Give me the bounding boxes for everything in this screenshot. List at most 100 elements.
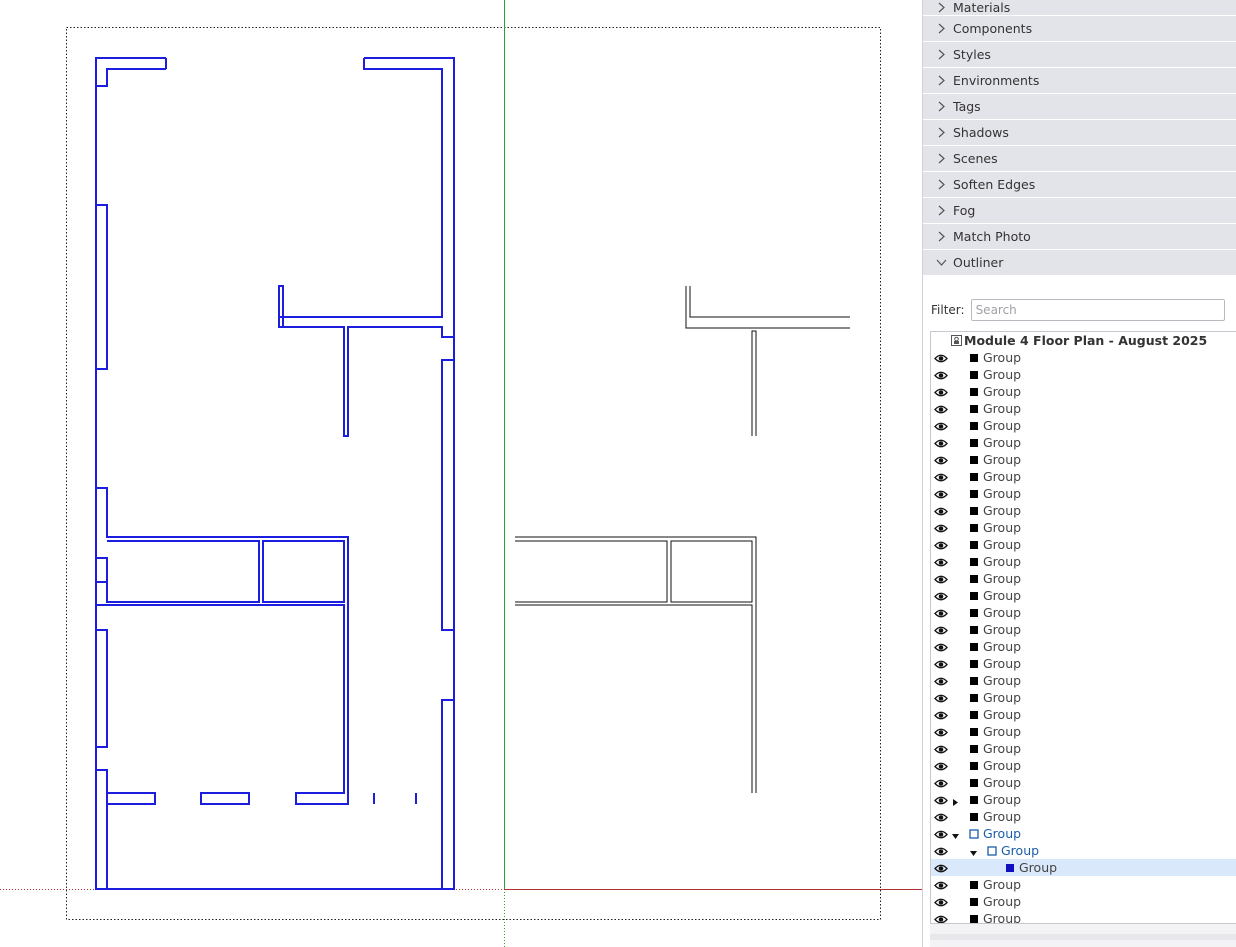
outliner-row[interactable]: Group: [931, 774, 1236, 791]
group-icon: [969, 811, 980, 822]
visibility-eye-icon[interactable]: [934, 879, 948, 890]
outliner-root-row[interactable]: Module 4 Floor Plan - August 2025: [931, 332, 1236, 349]
group-icon: [969, 437, 980, 448]
filter-search-input[interactable]: [970, 299, 1225, 321]
tray-section-fog[interactable]: Fog: [923, 198, 1236, 224]
wall-low-1: [107, 792, 156, 805]
tray-section-scenes[interactable]: Scenes: [923, 146, 1236, 172]
outliner-row[interactable]: Group: [931, 808, 1236, 825]
visibility-eye-icon[interactable]: [934, 794, 948, 805]
visibility-eye-icon[interactable]: [934, 675, 948, 686]
outliner-row[interactable]: Group: [931, 587, 1236, 604]
outliner-row[interactable]: Group: [931, 536, 1236, 553]
visibility-eye-icon[interactable]: [934, 403, 948, 414]
outliner-row[interactable]: Group: [931, 621, 1236, 638]
outliner-row[interactable]: Group: [931, 502, 1236, 519]
visibility-eye-icon[interactable]: [934, 556, 948, 567]
expand-triangle-right-icon[interactable]: [951, 795, 960, 806]
outliner-row[interactable]: Group: [931, 468, 1236, 485]
outliner-row[interactable]: Group: [931, 859, 1236, 876]
outliner-row[interactable]: Group: [931, 655, 1236, 672]
outliner-row[interactable]: Group: [931, 825, 1236, 842]
visibility-eye-icon[interactable]: [934, 369, 948, 380]
outliner-row[interactable]: Group: [931, 672, 1236, 689]
wall-upper-room: [278, 58, 443, 327]
group-label: Group: [983, 622, 1022, 637]
visibility-eye-icon[interactable]: [934, 488, 948, 499]
visibility-eye-icon[interactable]: [934, 522, 948, 533]
outliner-row[interactable]: Group: [931, 842, 1236, 859]
tray-section-label: Tags: [953, 99, 981, 114]
visibility-eye-icon[interactable]: [934, 386, 948, 397]
visibility-eye-icon[interactable]: [934, 913, 948, 923]
tray-section-tags[interactable]: Tags: [923, 94, 1236, 120]
outliner-row[interactable]: Group: [931, 400, 1236, 417]
outliner-row[interactable]: Group: [931, 485, 1236, 502]
visibility-eye-icon[interactable]: [934, 471, 948, 482]
outliner-tree[interactable]: Module 4 Floor Plan - August 2025 Group G…: [930, 331, 1236, 923]
visibility-eye-icon[interactable]: [934, 743, 948, 754]
group-icon: [969, 403, 980, 414]
outliner-row[interactable]: Group: [931, 757, 1236, 774]
visibility-eye-icon[interactable]: [934, 726, 948, 737]
visibility-eye-icon[interactable]: [934, 811, 948, 822]
tray-section-soften-edges[interactable]: Soften Edges: [923, 172, 1236, 198]
visibility-eye-icon[interactable]: [934, 590, 948, 601]
outliner-row[interactable]: Group: [931, 451, 1236, 468]
visibility-eye-icon[interactable]: [934, 352, 948, 363]
visibility-eye-icon[interactable]: [934, 845, 948, 856]
model-viewport[interactable]: [0, 0, 922, 947]
outliner-row[interactable]: Group: [931, 553, 1236, 570]
visibility-eye-icon[interactable]: [934, 709, 948, 720]
tray-section-materials[interactable]: Materials: [923, 0, 1236, 16]
preview-wall-2: [689, 286, 850, 318]
tray-section-shadows[interactable]: Shadows: [923, 120, 1236, 146]
visibility-eye-icon[interactable]: [934, 624, 948, 635]
tray-section-components[interactable]: Components: [923, 16, 1236, 42]
outliner-row[interactable]: Group: [931, 910, 1236, 923]
expand-triangle-down-icon[interactable]: [969, 846, 978, 856]
tray-section-match-photo[interactable]: Match Photo: [923, 224, 1236, 250]
visibility-eye-icon[interactable]: [934, 573, 948, 584]
tray-section-styles[interactable]: Styles: [923, 42, 1236, 68]
visibility-eye-icon[interactable]: [934, 896, 948, 907]
visibility-eye-icon[interactable]: [934, 539, 948, 550]
outliner-row[interactable]: Group: [931, 689, 1236, 706]
outliner-row[interactable]: Group: [931, 366, 1236, 383]
outliner-row[interactable]: Group: [931, 723, 1236, 740]
outliner-row[interactable]: Group: [931, 706, 1236, 723]
outliner-row[interactable]: Group: [931, 604, 1236, 621]
outliner-row[interactable]: Group: [931, 434, 1236, 451]
visibility-eye-icon[interactable]: [934, 862, 948, 873]
visibility-eye-icon[interactable]: [934, 760, 948, 771]
viewport-canvas[interactable]: [0, 0, 922, 947]
outliner-row[interactable]: Group: [931, 876, 1236, 893]
outliner-row[interactable]: Group: [931, 383, 1236, 400]
group-label: Group: [983, 401, 1022, 416]
group-label: Group: [983, 826, 1022, 841]
outliner-row[interactable]: Group: [931, 791, 1236, 808]
group-label: Group: [983, 911, 1022, 923]
tray-bottom-scroll[interactable]: [930, 923, 1236, 947]
visibility-eye-icon[interactable]: [934, 437, 948, 448]
visibility-eye-icon[interactable]: [934, 420, 948, 431]
outliner-row[interactable]: Group: [931, 519, 1236, 536]
outliner-row[interactable]: Group: [931, 893, 1236, 910]
expand-triangle-down-icon[interactable]: [951, 829, 960, 839]
visibility-eye-icon[interactable]: [934, 607, 948, 618]
visibility-eye-icon[interactable]: [934, 658, 948, 669]
visibility-eye-icon[interactable]: [934, 828, 948, 839]
visibility-eye-icon[interactable]: [934, 505, 948, 516]
visibility-eye-icon[interactable]: [934, 692, 948, 703]
outliner-row[interactable]: Group: [931, 349, 1236, 366]
visibility-eye-icon[interactable]: [934, 641, 948, 652]
tray-section-environments[interactable]: Environments: [923, 68, 1236, 94]
tray-section-outliner[interactable]: Outliner: [923, 250, 1236, 276]
visibility-eye-icon[interactable]: [934, 777, 948, 788]
outliner-row[interactable]: Group: [931, 417, 1236, 434]
outliner-row[interactable]: Group: [931, 740, 1236, 757]
outliner-row[interactable]: Group: [931, 570, 1236, 587]
floor-plan-selected[interactable]: [95, 57, 455, 890]
visibility-eye-icon[interactable]: [934, 454, 948, 465]
outliner-row[interactable]: Group: [931, 638, 1236, 655]
